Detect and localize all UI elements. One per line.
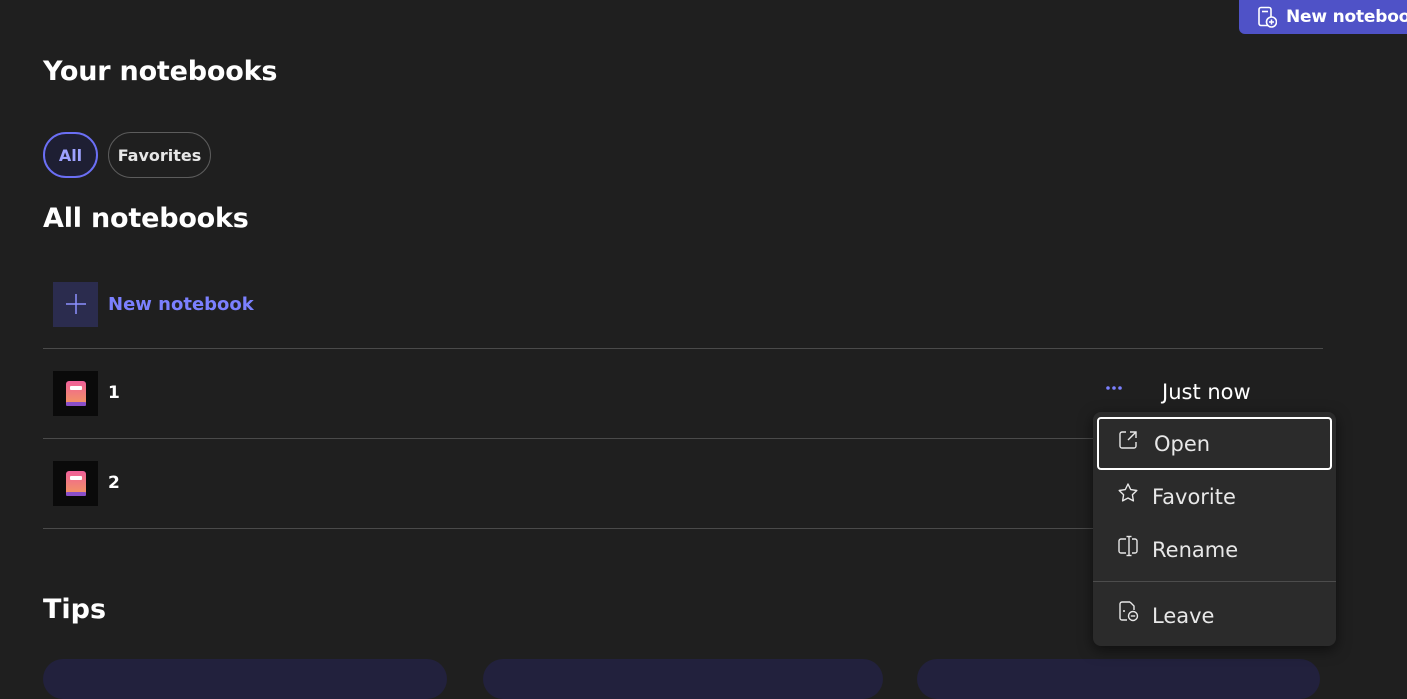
menu-item-label: Rename (1152, 537, 1239, 562)
menu-separator (1093, 581, 1336, 582)
menu-item-rename[interactable]: Rename (1097, 523, 1332, 576)
menu-item-favorite[interactable]: Favorite (1097, 470, 1332, 523)
more-icon (1106, 386, 1122, 390)
new-notebook-button-label: New notebook (1286, 7, 1407, 27)
menu-item-label: Open (1154, 431, 1211, 456)
more-options-button[interactable] (1103, 375, 1125, 401)
page-title: Your notebooks (43, 56, 278, 87)
tip-card[interactable] (483, 659, 883, 699)
menu-item-leave[interactable]: Leave (1097, 589, 1332, 642)
section-title: All notebooks (43, 203, 249, 234)
rename-icon (1118, 535, 1138, 557)
tip-card[interactable] (43, 659, 447, 699)
plus-icon (53, 281, 98, 327)
star-icon (1118, 483, 1138, 502)
menu-item-open[interactable]: Open (1097, 417, 1332, 470)
menu-item-label: Leave (1152, 603, 1215, 628)
notebook-icon (53, 371, 98, 416)
tip-card[interactable] (917, 659, 1320, 699)
filter-favorites[interactable]: Favorites (108, 132, 211, 178)
new-notebook-icon (1258, 6, 1277, 28)
tips-title: Tips (43, 594, 107, 625)
notebook-name: 1 (108, 383, 120, 403)
new-notebook-row-label: New notebook (108, 293, 254, 315)
leave-notebook-icon (1119, 601, 1139, 622)
new-notebook-button[interactable]: New notebook (1239, 0, 1407, 34)
filter-all[interactable]: All (43, 132, 98, 178)
context-menu: Open Favorite Rename Leave (1093, 412, 1336, 646)
open-external-icon (1119, 431, 1137, 449)
new-notebook-row[interactable]: New notebook (53, 281, 254, 327)
modified-time: Just now (1162, 380, 1251, 404)
menu-item-label: Favorite (1152, 484, 1236, 509)
notebook-name: 2 (108, 473, 120, 493)
notebook-icon (53, 461, 98, 506)
